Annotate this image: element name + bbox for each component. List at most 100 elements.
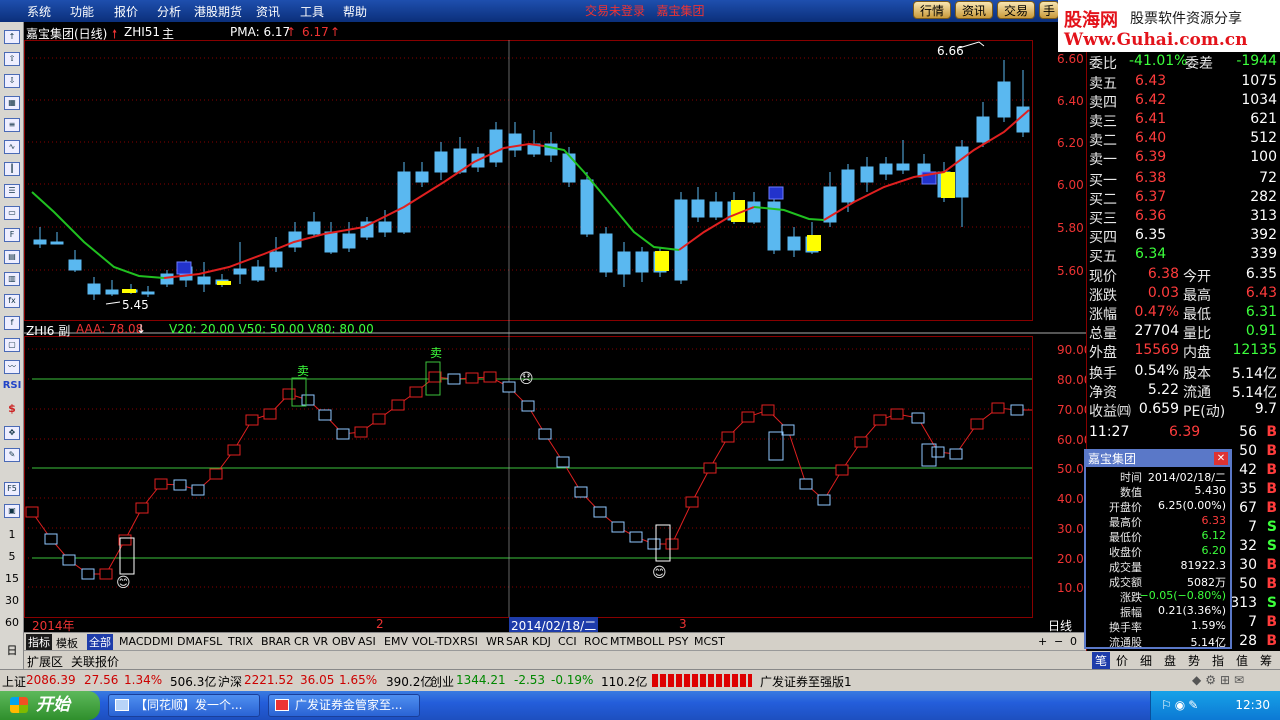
kline-icon[interactable]: ┃ (4, 162, 20, 176)
tab-psy[interactable]: PSY (668, 635, 688, 648)
menu-hk-futures[interactable]: 港股期货 (194, 3, 242, 20)
tab-emv[interactable]: EMV (384, 635, 408, 648)
table-icon[interactable]: ≡ (4, 118, 20, 132)
reset-button[interactable]: 0 (1070, 635, 1077, 648)
pencil-icon[interactable]: ✎ (4, 448, 20, 462)
tab-mcst[interactable]: MCST (694, 635, 725, 648)
tab-mtm[interactable]: MTM (610, 635, 636, 648)
taskbar-item-guangfa[interactable]: 广发证券金管家至... (268, 694, 420, 717)
tab-template[interactable]: 模板 (56, 635, 78, 651)
tab-index[interactable]: 指 (1212, 652, 1224, 669)
period-15[interactable]: 15 (2, 572, 22, 585)
page-icon[interactable]: ▥ (4, 272, 20, 286)
tab-cci[interactable]: CCI (558, 635, 577, 648)
zoom-out-button[interactable]: − (1054, 635, 1063, 648)
close-icon[interactable]: ✕ (1214, 452, 1228, 465)
oscillator-box (428, 371, 442, 383)
tab-chips[interactable]: 筹 (1260, 652, 1272, 669)
doc-icon[interactable]: ▤ (4, 250, 20, 264)
period-day[interactable]: 日 (2, 642, 22, 658)
line-chart-icon[interactable]: ∿ (4, 140, 20, 154)
list-icon[interactable]: ☰ (4, 184, 20, 198)
tab-roc[interactable]: ROC (584, 635, 608, 648)
arrow-down-icon[interactable]: ⇩ (4, 74, 20, 88)
tab-dma[interactable]: DMA (177, 635, 203, 648)
f5-icon[interactable]: F5 (4, 482, 20, 496)
menu-system[interactable]: 系统 (27, 3, 51, 20)
tab-fsl[interactable]: FSL (203, 635, 222, 648)
zoom-in-button[interactable]: + (1038, 635, 1047, 648)
tab-value[interactable]: 值 (1236, 652, 1248, 669)
taskbar-item-tonghuashun[interactable]: 【同花顺】发一个... (108, 694, 260, 717)
arrow-up-icon[interactable]: ⇧ (4, 52, 20, 66)
windows-logo-icon (10, 697, 28, 713)
menu-function[interactable]: 功能 (70, 3, 94, 20)
trade-button[interactable]: 交易 (997, 1, 1035, 19)
formula-icon[interactable]: fx (4, 294, 20, 308)
tab-rsi[interactable]: RSI (460, 635, 478, 648)
menu-quote[interactable]: 报价 (114, 3, 138, 20)
data-popup[interactable]: 嘉宝集团 ✕ 时间 2014/02/18/二 数值 5.430 开盘价 6.25(0.00… (1084, 449, 1232, 649)
status-icons[interactable]: ◆⚙⊞✉ (1192, 673, 1248, 687)
candle-down (879, 163, 893, 175)
tab-cr[interactable]: CR (294, 635, 309, 648)
tab-trend[interactable]: 势 (1188, 652, 1200, 669)
dollar-icon[interactable]: $ (2, 402, 22, 415)
tab-indicator[interactable]: 指标 (26, 634, 52, 650)
tab-trix[interactable]: TRIX (228, 635, 253, 648)
tray-icons[interactable]: ⚐◉✎ (1161, 698, 1201, 712)
candle-down (976, 116, 990, 143)
period-30[interactable]: 30 (2, 594, 22, 607)
rsi-icon[interactable]: RSI (2, 380, 22, 391)
window-icon[interactable]: ▭ (4, 206, 20, 220)
tab-detail[interactable]: 细 (1140, 652, 1152, 669)
signal-box (768, 431, 784, 461)
tab-extension[interactable]: 扩展区 (27, 653, 63, 670)
tab-asi[interactable]: ASI (358, 635, 376, 648)
tab-trades[interactable]: 笔 (1092, 652, 1111, 669)
candle-down (691, 199, 705, 218)
tab-macd[interactable]: MACD (119, 635, 152, 648)
tab-sar[interactable]: SAR (506, 635, 528, 648)
tab-vol-tdx[interactable]: VOL-TDX (412, 635, 460, 648)
tab-wr[interactable]: WR (486, 635, 505, 648)
period-1[interactable]: 1 (2, 528, 22, 541)
oscillator-box (835, 464, 849, 476)
grid-icon[interactable]: ▦ (4, 96, 20, 110)
move-icon[interactable]: ✥ (4, 426, 20, 440)
chart-area[interactable]: 嘉宝集团(日线) 🠕 ZHI51 主 PMA: 6.17 ↑ 6.17 ↑ 6.… (24, 22, 1091, 634)
menu-tools[interactable]: 工具 (300, 3, 324, 20)
quote-row: 涨幅 0.47% 最低 6.31 (1089, 304, 1277, 323)
indicator-icon[interactable]: 〰 (4, 360, 20, 374)
tab-kdj[interactable]: KDJ (532, 635, 551, 648)
menu-analysis[interactable]: 分析 (157, 3, 181, 20)
menu-news[interactable]: 资讯 (256, 3, 280, 20)
period-5[interactable]: 5 (2, 550, 22, 563)
quote-button[interactable]: 行情 (913, 1, 951, 19)
tab-price[interactable]: 价 (1116, 652, 1128, 669)
price-tick: 5.80 (1057, 221, 1084, 235)
f10-icon[interactable]: F (4, 228, 20, 242)
indicator-name[interactable]: ZHI51 (124, 25, 160, 39)
tab-boll[interactable]: BOLL (636, 635, 664, 648)
news-button[interactable]: 资讯 (955, 1, 993, 19)
tab-vr[interactable]: VR (313, 635, 328, 648)
period-60[interactable]: 60 (2, 616, 22, 629)
tab-brar[interactable]: BRAR (261, 635, 291, 648)
tab-all[interactable]: 全部 (87, 634, 113, 650)
tab-related-quote[interactable]: 关联报价 (71, 653, 119, 670)
tab-dmi[interactable]: DMI (152, 635, 173, 648)
bid-row: 买三 6.36 313 (1089, 208, 1277, 227)
tab-obv[interactable]: OBV (332, 635, 355, 648)
function-icon[interactable]: f (4, 316, 20, 330)
tab-board[interactable]: 盘 (1164, 652, 1176, 669)
arrow-up-icon[interactable]: ↑ (4, 30, 20, 44)
app-icon (115, 699, 129, 711)
start-button[interactable]: 开始 (0, 691, 100, 720)
box-icon[interactable]: ▢ (4, 338, 20, 352)
box-icon[interactable]: ▣ (4, 504, 20, 518)
cy-index: 1344.21 (456, 673, 506, 687)
menu-help[interactable]: 帮助 (343, 3, 367, 20)
oscillator-box (949, 448, 963, 460)
hand-button[interactable]: 手 (1039, 1, 1059, 19)
